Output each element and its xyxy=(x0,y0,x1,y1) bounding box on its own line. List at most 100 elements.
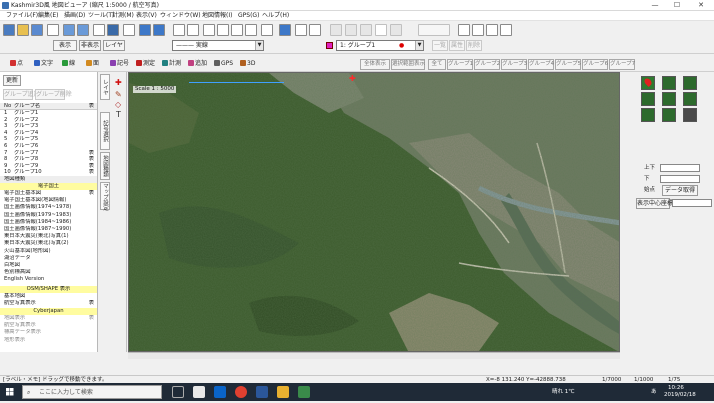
layer-icon[interactable] xyxy=(107,24,119,36)
cross-icon-1[interactable] xyxy=(683,76,697,90)
zoom-next-icon[interactable] xyxy=(245,24,257,36)
tab-group-1[interactable]: グループ1 xyxy=(447,59,473,70)
layer-row[interactable]: 国土画像情報(1987~1990) xyxy=(0,226,97,233)
edit-icon[interactable] xyxy=(486,24,498,36)
tab-show-selection[interactable]: 選択範囲表示 xyxy=(391,59,425,70)
group-row[interactable]: 7 グループ7 表 xyxy=(0,150,97,157)
tab-group-6[interactable]: グループ6 xyxy=(582,59,608,70)
pen-tool-icon[interactable]: ✎ xyxy=(115,90,124,99)
text-tool-icon[interactable]: T xyxy=(116,110,125,119)
select-icon[interactable] xyxy=(93,24,105,36)
color-swatch[interactable] xyxy=(326,42,333,49)
taskbar-search[interactable]: ⌕ ここに入力して検索 xyxy=(22,385,162,399)
mode-text[interactable]: 文字 xyxy=(34,59,53,68)
arrow-nw-icon[interactable] xyxy=(641,108,655,122)
vtab-map-type[interactable]: 地図種類 xyxy=(100,152,110,180)
menu-gps[interactable]: GPS(G) xyxy=(238,11,259,21)
tab-group-2[interactable]: グループ2 xyxy=(474,59,500,70)
cross-icon-2[interactable] xyxy=(662,92,676,106)
list-icon[interactable] xyxy=(472,24,484,36)
mode-symbol[interactable]: 記号 xyxy=(110,59,129,68)
undo-icon[interactable] xyxy=(63,24,75,36)
layer-row[interactable]: 火山基本図(地形図) xyxy=(0,248,97,255)
zoom-in-icon[interactable] xyxy=(173,24,185,36)
windows-start-icon[interactable] xyxy=(0,383,20,401)
mode-measure[interactable]: 計測 xyxy=(162,59,181,68)
info-icon[interactable] xyxy=(309,24,321,36)
close-button[interactable]: ✕ xyxy=(690,0,712,11)
mode-3d[interactable]: 3D xyxy=(240,59,255,68)
print-icon[interactable] xyxy=(47,24,59,36)
folder-icon[interactable] xyxy=(277,386,289,398)
layer-row[interactable]: 国土画像情報(1984~1986) xyxy=(0,219,97,226)
arrow-sw-icon[interactable] xyxy=(641,92,655,106)
attr-btn[interactable]: 属性 xyxy=(449,40,465,51)
mode-survey[interactable]: 測定 xyxy=(136,59,155,68)
ime-indicator[interactable]: あ xyxy=(651,389,657,396)
mode-add[interactable]: 追加 xyxy=(188,59,207,68)
group-row[interactable]: 1 グループ1 xyxy=(0,110,97,117)
gps-icon[interactable] xyxy=(295,24,307,36)
tab-group-4[interactable]: グループ4 xyxy=(528,59,554,70)
layer-row[interactable]: 東日本大震災(東北)写真(1) xyxy=(0,233,97,240)
marker-tool-icon[interactable]: ✚ xyxy=(115,78,124,87)
maximize-button[interactable]: ☐ xyxy=(666,0,688,11)
mode-area[interactable]: 面 xyxy=(86,59,99,68)
layer-row[interactable]: 電子国土基本図 表 xyxy=(0,190,97,197)
vtab-symbol[interactable]: 記号選択 xyxy=(100,112,110,150)
new-icon[interactable] xyxy=(3,24,15,36)
menu-measure[interactable]: 計測(M) xyxy=(112,11,134,21)
cyberjapan-row[interactable]: 地図表示 表 xyxy=(0,315,97,322)
zoom-fit-icon[interactable] xyxy=(217,24,229,36)
menu-help[interactable]: ヘルプ(H) xyxy=(262,11,289,21)
pan-icon[interactable] xyxy=(123,24,135,36)
list-btn[interactable]: 一覧 xyxy=(432,40,448,51)
tab-show-all[interactable]: 全体表示 xyxy=(360,59,390,70)
help-icon[interactable] xyxy=(500,24,512,36)
cross-icon-4[interactable] xyxy=(662,108,676,122)
center-coords-input[interactable] xyxy=(672,199,712,207)
diamond-tool-icon[interactable]: ◇ xyxy=(115,100,124,109)
cyberjapan-row[interactable]: 地形表示 xyxy=(0,337,97,344)
vtab-map-settings[interactable]: マップ設定 xyxy=(100,182,110,211)
menu-tools[interactable]: ツール(T) xyxy=(88,11,114,21)
tab-group-5[interactable]: グループ5 xyxy=(555,59,581,70)
cyberjapan-row[interactable]: 標高データ表示 xyxy=(0,329,97,336)
mode-gps[interactable]: GPS xyxy=(214,59,233,68)
redo-icon[interactable] xyxy=(77,24,89,36)
menu-edit[interactable]: 編集(E) xyxy=(38,11,58,21)
layer-row[interactable]: 色別標高図 xyxy=(0,269,97,276)
add-group-button[interactable]: グループ追加 xyxy=(3,89,40,100)
task-view-icon[interactable] xyxy=(172,386,184,398)
group-row[interactable]: 10 グループ10 表 xyxy=(0,169,97,176)
arrow-ne-icon[interactable] xyxy=(662,76,676,90)
minimize-button[interactable]: — xyxy=(644,0,666,11)
osm-row[interactable]: 基本地図 xyxy=(0,293,97,300)
layer-row[interactable]: 電子国土基本図(地図情報) xyxy=(0,197,97,204)
zoom-out-icon[interactable] xyxy=(187,24,199,36)
group-row[interactable]: 2 グループ2 xyxy=(0,117,97,124)
layer-row[interactable]: 東日本大震災(東北)写真(2) xyxy=(0,240,97,247)
refresh-icon[interactable] xyxy=(261,24,273,36)
layer-row[interactable]: English Version xyxy=(0,276,97,283)
word-icon[interactable] xyxy=(256,386,268,398)
mode-point[interactable]: 点 xyxy=(10,59,23,68)
menu-draw[interactable]: 描画(D) xyxy=(64,11,85,21)
menu-view[interactable]: 表示(V) xyxy=(136,11,157,21)
group-row[interactable]: 4 グループ4 xyxy=(0,130,97,137)
lower-input[interactable] xyxy=(660,175,700,183)
group-row[interactable]: 9 グループ9 表 xyxy=(0,163,97,170)
outlook-icon[interactable] xyxy=(214,386,226,398)
table-icon[interactable] xyxy=(458,24,470,36)
grid-icon[interactable] xyxy=(139,24,151,36)
layer-select[interactable]: 1: グループ1 ● ▼ xyxy=(336,40,424,51)
group-row[interactable]: 3 グループ3 xyxy=(0,123,97,130)
layer-row[interactable]: 白地図 xyxy=(0,262,97,269)
group-row[interactable]: 6 グループ6 xyxy=(0,143,97,150)
zoom-area-icon[interactable] xyxy=(203,24,215,36)
cyberjapan-row[interactable]: 航空写真表示 xyxy=(0,322,97,329)
tab-all[interactable]: 全て xyxy=(428,59,446,70)
upper-input[interactable] xyxy=(660,164,700,172)
osm-row[interactable]: 航空写真表示 表 xyxy=(0,300,97,307)
group-row[interactable]: 8 グループ8 表 xyxy=(0,156,97,163)
